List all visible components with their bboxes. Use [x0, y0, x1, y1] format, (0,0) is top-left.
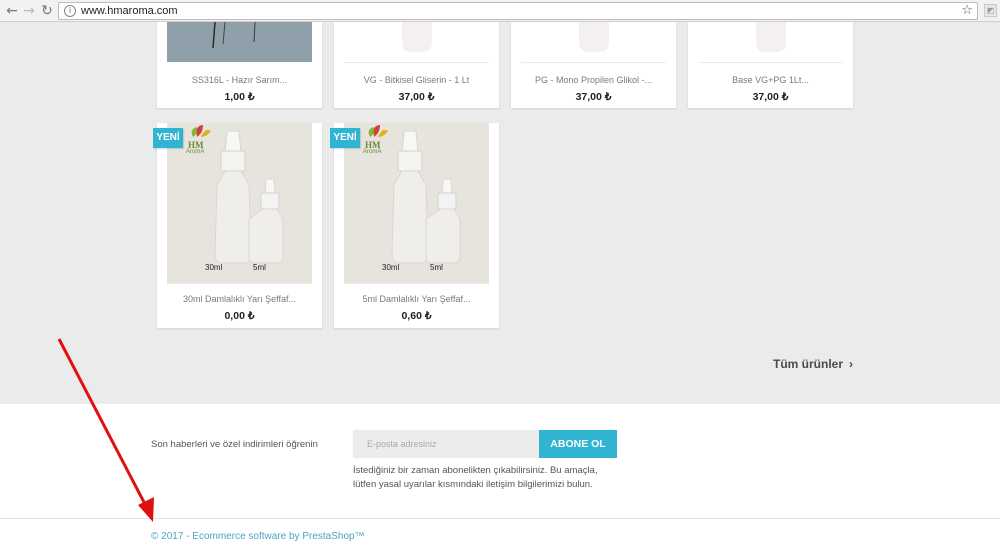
product-card[interactable]: 30ml 5ml HM AromA YENİ 30ml Damlalıklı Y… — [153, 123, 322, 328]
product-price: 37,00 ₺ — [575, 91, 612, 103]
product-image[interactable] — [698, 22, 843, 62]
product-name[interactable]: PG - Mono Propilen Glikol -... — [511, 75, 676, 85]
product-card[interactable]: PG - Mono Propilen Glikol -... 37,00 ₺ — [511, 22, 676, 108]
page-info-icon[interactable]: i — [64, 5, 76, 17]
newsletter-section: Son haberleri ve özel indirimleri öğreni… — [0, 404, 1000, 518]
product-price: 37,00 ₺ — [752, 91, 789, 103]
product-image[interactable] — [167, 22, 312, 62]
coil-wire-image — [167, 22, 312, 62]
browser-toolbar: ← → ↻ i www.hmaroma.com ☆ ◩ — [0, 0, 1000, 22]
star-icon[interactable]: ☆ — [961, 3, 973, 19]
product-card[interactable]: 30ml 5ml HM AromA YENİ 5ml Damlalıklı Ya… — [330, 123, 499, 328]
product-card[interactable]: VG - Bitkisel Gliserin - 1 Lt 37,00 ₺ — [334, 22, 499, 108]
product-name[interactable]: VG - Bitkisel Gliserin - 1 Lt — [334, 75, 499, 85]
address-bar[interactable]: i www.hmaroma.com ☆ — [58, 2, 978, 20]
bottle-size-label: 30ml — [205, 263, 223, 272]
product-name[interactable]: Base VG+PG 1Lt... — [688, 75, 853, 85]
product-image[interactable] — [521, 22, 666, 62]
new-badge: YENİ — [153, 128, 183, 148]
bottle-image — [698, 22, 843, 62]
newsletter-note: İstediğiniz bir zaman abonelikten çıkabi… — [353, 465, 598, 490]
product-price: 0,60 ₺ — [401, 310, 432, 322]
bottle-image — [521, 22, 666, 62]
bottle-size-label: 30ml — [382, 263, 400, 272]
product-image[interactable]: 30ml 5ml HM AromA — [167, 123, 312, 283]
url-text[interactable]: www.hmaroma.com — [81, 4, 178, 19]
product-card[interactable]: Base VG+PG 1Lt... 37,00 ₺ — [688, 22, 853, 108]
product-name[interactable]: SS316L - Hazır Sarım... — [157, 75, 322, 85]
forward-arrow-icon[interactable]: → — [20, 2, 38, 20]
newsletter-text: Son haberleri ve özel indirimleri öğreni… — [151, 439, 318, 450]
subscribe-button[interactable]: ABONE OL — [539, 430, 617, 458]
reload-icon[interactable]: ↻ — [38, 2, 56, 20]
product-price: 37,00 ₺ — [398, 91, 435, 103]
product-name[interactable]: 5ml Damlalıklı Yarı Şeffaf... — [334, 294, 499, 304]
product-card[interactable]: SS316L - Hazır Sarım... 1,00 ₺ — [157, 22, 322, 108]
chevron-right-icon: › — [849, 357, 854, 371]
product-price: 0,00 ₺ — [224, 310, 255, 322]
footer: © 2017 - Ecommerce software by PrestaSho… — [0, 518, 1000, 548]
product-name[interactable]: 30ml Damlalıklı Yarı Şeffaf... — [157, 294, 322, 304]
product-price: 1,00 ₺ — [224, 91, 255, 103]
extension-icon[interactable]: ◩ — [984, 4, 997, 17]
email-input[interactable]: E-posta adresiniz — [353, 430, 539, 458]
bottle-image — [344, 22, 489, 62]
back-arrow-icon[interactable]: ← — [3, 2, 21, 20]
product-image[interactable]: 30ml 5ml HM AromA — [344, 123, 489, 283]
all-products-label[interactable]: Tüm ürünler — [773, 357, 843, 371]
bottle-size-label: 5ml — [253, 263, 266, 272]
bottle-size-label: 5ml — [430, 263, 443, 272]
copyright-link[interactable]: © 2017 - Ecommerce software by PrestaSho… — [151, 531, 365, 542]
all-products-link[interactable]: Tüm ürünler › — [773, 357, 853, 371]
new-badge: YENİ — [330, 128, 360, 148]
hm-aroma-logo: HM AromA — [185, 123, 213, 155]
hm-aroma-logo: HM AromA — [362, 123, 390, 155]
product-image[interactable] — [344, 22, 489, 62]
